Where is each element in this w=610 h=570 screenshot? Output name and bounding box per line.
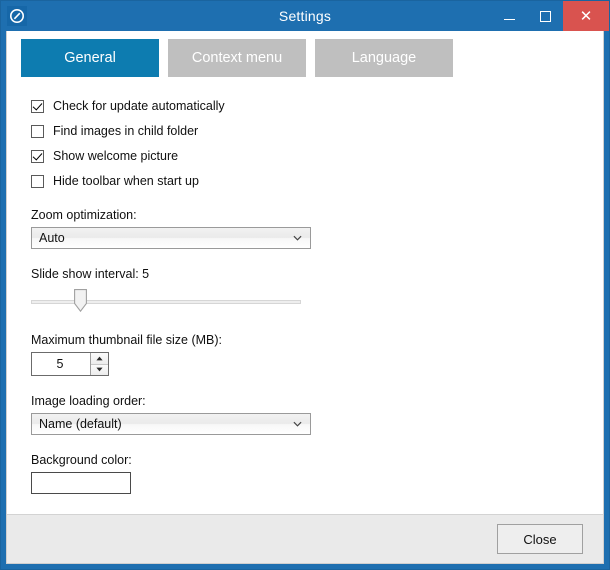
client-area: General Context menu Language Check for … (6, 31, 604, 564)
close-button[interactable]: Close (497, 524, 583, 554)
minimize-button[interactable] (491, 1, 527, 31)
caret-down-icon (96, 367, 103, 372)
checkbox-show-welcome-picture-label: Show welcome picture (53, 149, 179, 163)
chevron-down-icon (293, 235, 302, 241)
image-loading-order-select[interactable]: Name (default) (31, 413, 311, 435)
chevron-down-icon (293, 421, 302, 427)
image-loading-order-group: Image loading order: Name (default) (31, 394, 603, 435)
minimize-icon (503, 18, 515, 20)
title-bar[interactable]: Settings ✕ (1, 1, 609, 31)
max-thumbnail-size-group: Maximum thumbnail file size (MB): 5 (31, 333, 603, 376)
settings-window: Settings ✕ General Context menu Language (0, 0, 610, 570)
setting-find-images-child-folder[interactable]: Find images in child folder (31, 122, 603, 140)
checkbox-check-for-update[interactable] (31, 99, 44, 113)
stepper-decrease-button[interactable] (91, 363, 108, 375)
zoom-optimization-group: Zoom optimization: Auto (31, 208, 603, 249)
background-color-swatch[interactable] (31, 472, 131, 494)
zoom-optimization-value: Auto (39, 231, 65, 245)
slide-show-interval-label: Slide show interval: 5 (31, 267, 150, 281)
tab-language-label: Language (351, 50, 417, 66)
background-color-group: Background color: (31, 453, 603, 494)
checkbox-find-images-child-folder[interactable] (31, 124, 44, 138)
general-settings-panel: Check for update automatically Find imag… (7, 77, 603, 514)
tab-bar: General Context menu Language (7, 31, 603, 77)
tab-language[interactable]: Language (315, 39, 453, 77)
max-thumbnail-size-stepper[interactable]: 5 (31, 352, 109, 376)
checkbox-show-welcome-picture[interactable] (31, 149, 44, 163)
slide-show-interval-slider[interactable] (31, 289, 301, 315)
tab-context-menu[interactable]: Context menu (168, 39, 306, 77)
close-window-button[interactable]: ✕ (563, 1, 609, 31)
max-thumbnail-size-label: Maximum thumbnail file size (MB): (31, 333, 223, 347)
zoom-optimization-label: Zoom optimization: (31, 208, 137, 222)
stepper-buttons (90, 353, 108, 375)
tab-context-menu-label: Context menu (191, 50, 283, 66)
setting-hide-toolbar-startup[interactable]: Hide toolbar when start up (31, 172, 603, 190)
checkbox-check-for-update-label: Check for update automatically (53, 99, 225, 113)
tab-general-label: General (64, 50, 116, 66)
window-controls: ✕ (491, 1, 609, 31)
image-loading-order-value: Name (default) (39, 417, 122, 431)
caret-up-icon (96, 356, 103, 361)
slide-show-interval-group: Slide show interval: 5 (31, 267, 603, 315)
checkbox-hide-toolbar-startup[interactable] (31, 174, 44, 188)
app-logo-icon[interactable] (7, 6, 27, 26)
checkbox-find-images-child-folder-label: Find images in child folder (53, 124, 199, 138)
max-thumbnail-size-value[interactable]: 5 (32, 353, 90, 375)
tab-general[interactable]: General (21, 39, 159, 77)
maximize-button[interactable] (527, 1, 563, 31)
image-loading-order-label: Image loading order: (31, 394, 146, 408)
stepper-increase-button[interactable] (91, 353, 108, 364)
setting-check-for-update[interactable]: Check for update automatically (31, 97, 603, 115)
zoom-optimization-select[interactable]: Auto (31, 227, 311, 249)
setting-show-welcome-picture[interactable]: Show welcome picture (31, 147, 603, 165)
slider-track[interactable] (31, 300, 301, 304)
checkbox-hide-toolbar-startup-label: Hide toolbar when start up (53, 174, 199, 188)
maximize-icon (539, 10, 551, 22)
close-icon: ✕ (579, 6, 593, 25)
slider-thumb[interactable] (74, 289, 87, 312)
dialog-footer: Close (7, 514, 603, 563)
background-color-label: Background color: (31, 453, 132, 467)
